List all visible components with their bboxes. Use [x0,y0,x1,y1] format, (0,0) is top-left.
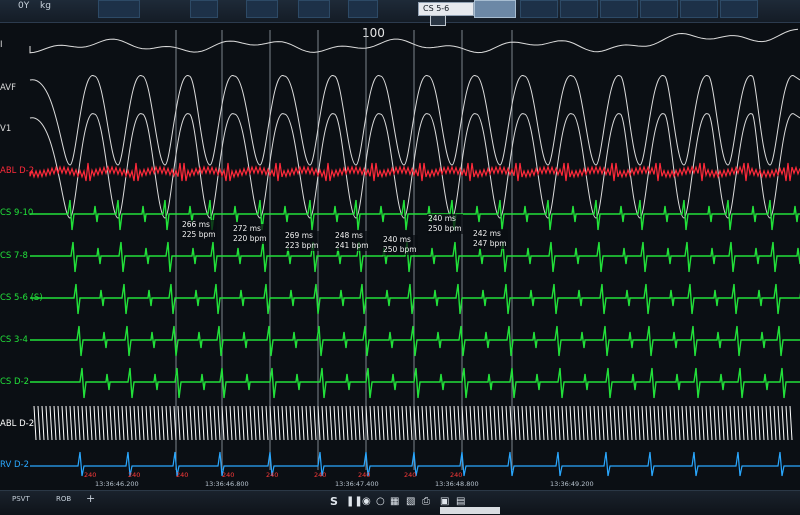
channel-label-rv[interactable]: RV D-2 [0,460,29,470]
interval-measurement[interactable]: 269 ms 223 bpm [284,231,320,251]
print-icon[interactable]: ⎙ [422,497,430,507]
grid-icon[interactable]: ▦ [390,497,399,507]
stim-trace [33,405,793,441]
bottom-label[interactable]: ROB [56,495,71,503]
interval-measurement[interactable]: 240 ms 250 bpm [427,214,463,234]
timestamp: 13:36:49.200 [550,480,594,488]
channel-label-v1[interactable]: V1 [0,124,11,134]
channel-label-abl-distal[interactable]: ABL D-2 [0,166,34,176]
channel-label-stim[interactable]: ABL D-2 [0,419,34,429]
pause-icon[interactable]: ❚❚ [346,497,363,507]
stim-marker: 240 [404,471,417,479]
camera-icon[interactable]: ▣ [440,497,449,507]
save-icon[interactable]: ▤ [456,497,465,507]
abl-distal-trace [29,162,800,182]
eye-icon[interactable]: ◉ [362,497,371,507]
stim-marker: 240 [358,471,371,479]
channel-label-avf[interactable]: AVF [0,83,16,93]
arrhythmia-label[interactable]: PSVT [12,495,30,503]
channel-label-cs-9-10[interactable]: CS 9-10 [0,208,33,218]
bottom-toolbar: PSVT ROB + [0,490,800,515]
timestamp: 13:36:46.200 [95,480,139,488]
cs-trace [30,283,800,315]
interval-measurement[interactable]: 248 ms 241 bpm [334,231,370,251]
stim-marker: 240 [128,471,141,479]
stim-marker: 240 [222,471,235,479]
channel-label-lead-i[interactable]: I [0,40,3,50]
timestamp: 13:36:46.800 [205,480,249,488]
stim-marker: 240 [314,471,327,479]
channel-label-cs-5-6[interactable]: CS 5-6 (S) [0,293,43,303]
timestamp: 13:36:47.400 [335,480,379,488]
stim-marker: 240 [266,471,279,479]
stim-marker: 240 [176,471,189,479]
timestamp: 13:36:48.800 [435,480,479,488]
caliper-icon[interactable]: ▧ [406,497,415,507]
sweep-toggle-button[interactable]: S [330,496,338,507]
waveform-area[interactable] [0,0,800,514]
cs-trace [30,367,800,399]
cs-trace [30,199,800,231]
stim-marker: 240 [84,471,97,479]
channel-label-cs-d-2[interactable]: CS D-2 [0,377,29,387]
cs-trace [30,325,800,357]
interval-measurement[interactable]: 272 ms 220 bpm [232,224,268,244]
interval-measurement[interactable]: 240 ms 250 bpm [382,235,418,255]
record-icon[interactable]: ○ [376,497,385,507]
stim-marker: 240 [450,471,463,479]
interval-measurement[interactable]: 266 ms 225 bpm [181,220,217,240]
interval-measurement[interactable]: 242 ms 247 bpm [472,229,508,249]
monitor-bezel [440,507,500,514]
channel-label-cs-7-8[interactable]: CS 7-8 [0,251,28,261]
channel-label-cs-3-4[interactable]: CS 3-4 [0,335,28,345]
add-icon[interactable]: + [86,492,95,505]
